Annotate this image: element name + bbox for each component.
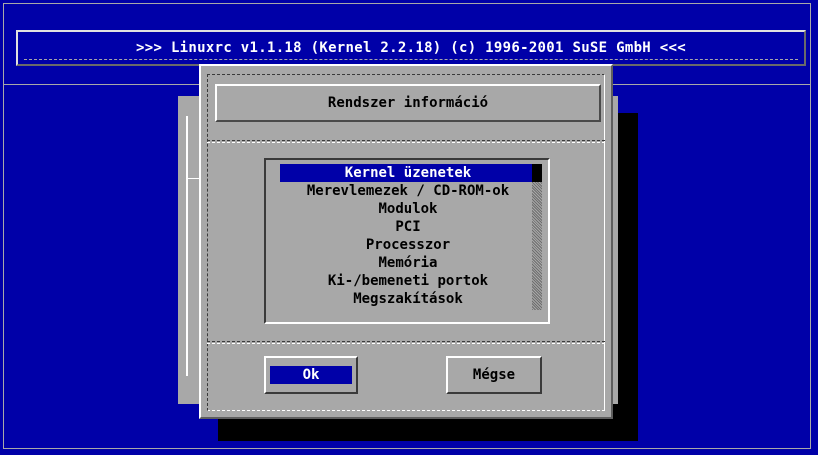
list-scrollbar[interactable]: [532, 164, 542, 310]
cancel-button[interactable]: Mégse: [446, 356, 542, 394]
list-item[interactable]: Merevlemezek / CD-ROM-ok: [280, 182, 536, 200]
header-bar: >>> Linuxrc v1.1.18 (Kernel 2.2.18) (c) …: [16, 30, 806, 66]
list-item[interactable]: Kernel üzenetek: [280, 164, 536, 182]
list-item[interactable]: PCI: [280, 218, 536, 236]
list-scroll-thumb[interactable]: [532, 164, 542, 182]
ok-button-label: Ok: [270, 366, 352, 384]
list-item[interactable]: Processzor: [280, 236, 536, 254]
dialog-separator-top: [207, 140, 605, 141]
cancel-button-label: Mégse: [472, 367, 516, 383]
list-item[interactable]: Memória: [280, 254, 536, 272]
screen-background: >>> Linuxrc v1.1.18 (Kernel 2.2.18) (c) …: [0, 0, 818, 455]
dialog-separator-bottom: [207, 341, 605, 342]
ok-button[interactable]: Ok: [264, 356, 358, 394]
system-info-dialog: Rendszer információ Kernel üzenetek Merev…: [199, 64, 613, 419]
info-listbox[interactable]: Kernel üzenetek Merevlemezek / CD-ROM-ok M…: [264, 158, 550, 324]
header-title: >>> Linuxrc v1.1.18 (Kernel 2.2.18) (c) …: [136, 40, 686, 56]
list-item[interactable]: Modulok: [280, 200, 536, 218]
info-list: Kernel üzenetek Merevlemezek / CD-ROM-ok M…: [280, 164, 536, 308]
list-item[interactable]: Megszakítások: [280, 290, 536, 308]
dialog-title: Rendszer információ: [327, 95, 489, 111]
list-item[interactable]: Ki-/bemeneti portok: [280, 272, 536, 290]
dialog-title-box: Rendszer információ: [215, 84, 601, 122]
